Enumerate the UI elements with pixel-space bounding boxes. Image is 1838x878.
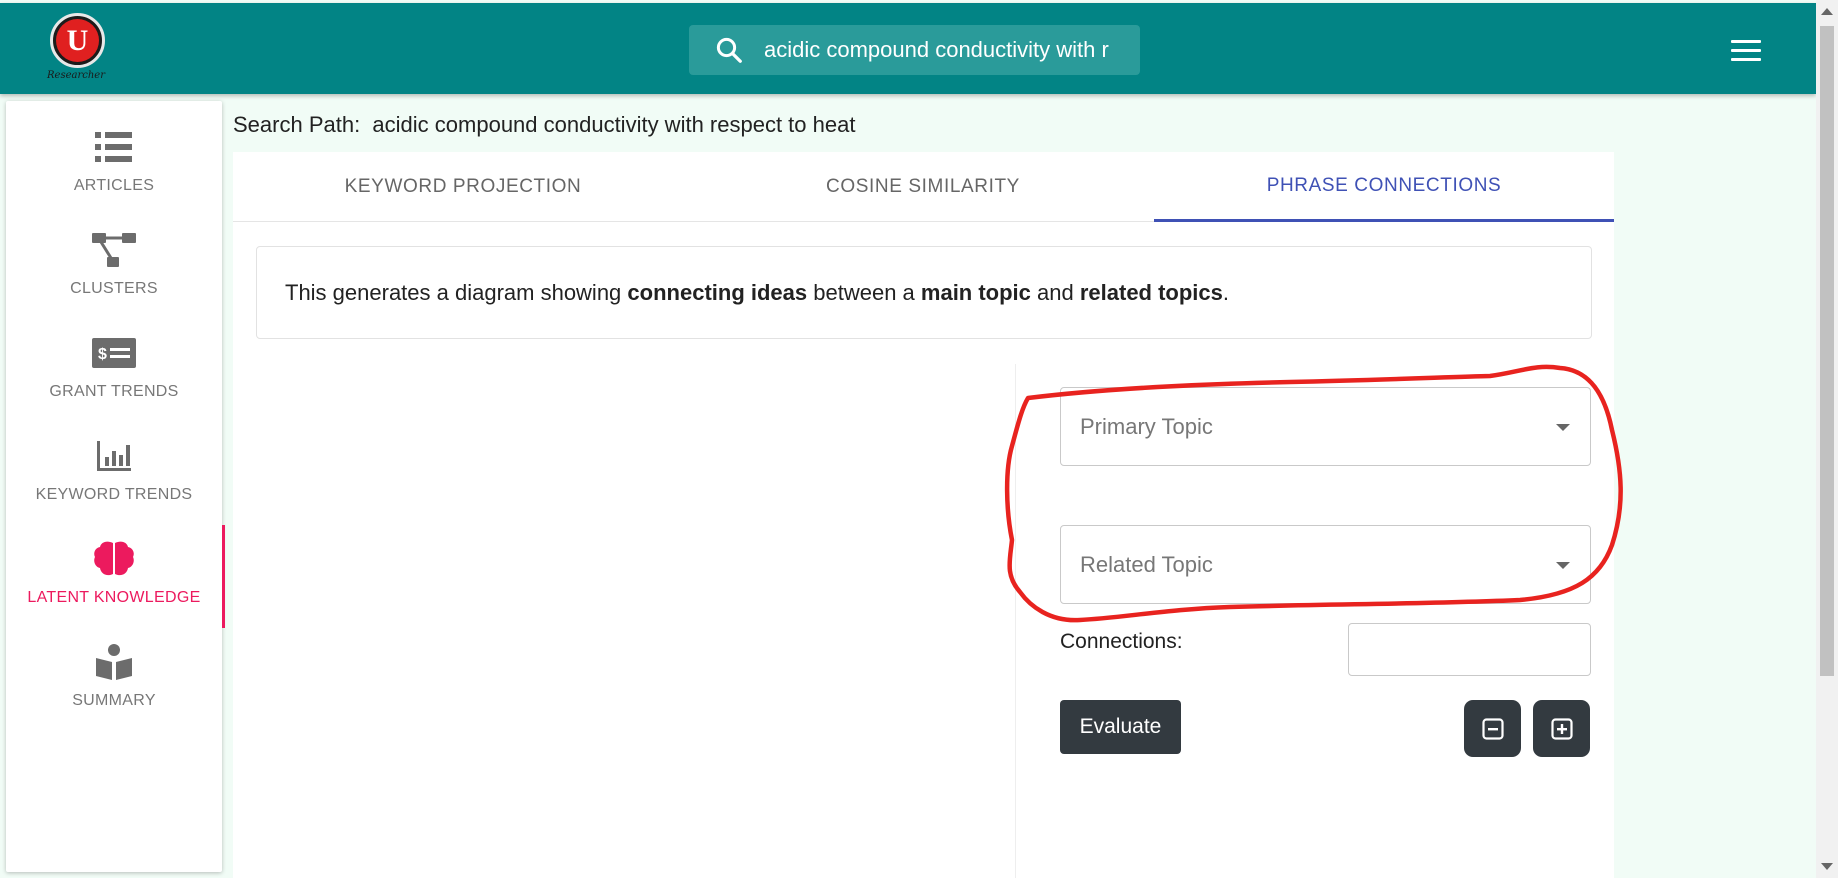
logo-text: Researcher <box>47 70 105 81</box>
search-path-label: Search Path: <box>233 112 361 137</box>
scroll-down-arrow-icon[interactable] <box>1821 863 1833 870</box>
tab-bar: KEYWORD PROJECTION COSINE SIMILARITY PHR… <box>233 152 1614 222</box>
sidebar-nav: ARTICLES CLUSTERS $ GRANT TRENDS KEYWORD… <box>6 101 225 872</box>
search-path-value: acidic compound conductivity with respec… <box>372 112 856 137</box>
zoom-in-button[interactable] <box>1533 700 1590 757</box>
description-box: This generates a diagram showing connect… <box>256 246 1592 339</box>
tab-cosine-similarity[interactable]: COSINE SIMILARITY <box>693 152 1153 222</box>
zoom-out-button[interactable] <box>1464 700 1521 757</box>
search-input[interactable]: acidic compound conductivity with r <box>764 37 1140 63</box>
reader-icon <box>92 640 136 684</box>
bar-chart-icon <box>92 434 136 478</box>
sidebar-item-label: CLUSTERS <box>70 280 158 297</box>
scroll-up-arrow-icon[interactable] <box>1821 8 1833 15</box>
hamburger-menu-icon[interactable] <box>1731 40 1761 62</box>
sidebar-item-clusters[interactable]: CLUSTERS <box>6 216 222 316</box>
main-panel: KEYWORD PROJECTION COSINE SIMILARITY PHR… <box>233 152 1614 878</box>
connections-label: Connections: <box>1060 630 1183 653</box>
dollar-bill-icon: $ <box>92 331 136 375</box>
vertical-scrollbar[interactable] <box>1816 0 1838 878</box>
related-topic-select[interactable]: Related Topic <box>1060 525 1591 604</box>
sidebar-item-label: SUMMARY <box>72 692 156 709</box>
chevron-down-icon <box>1556 424 1570 431</box>
minus-square-icon <box>1481 717 1504 740</box>
sidebar-item-summary[interactable]: SUMMARY <box>6 628 222 728</box>
brain-icon <box>92 537 136 581</box>
sidebar-item-label: GRANT TRENDS <box>49 383 179 400</box>
cluster-tree-icon <box>92 228 136 272</box>
sidebar-item-label: ARTICLES <box>73 177 155 194</box>
plus-square-icon <box>1550 717 1573 740</box>
logo-letter: U <box>56 19 99 62</box>
connections-input[interactable] <box>1348 623 1591 676</box>
svg-text:$: $ <box>98 346 107 363</box>
scroll-thumb[interactable] <box>1820 26 1834 676</box>
app-logo[interactable]: U Researcher <box>45 13 110 85</box>
sidebar-item-label: KEYWORD TRENDS <box>35 486 193 503</box>
diagram-area <box>256 364 1016 878</box>
logo-badge: U <box>50 13 105 68</box>
primary-topic-select[interactable]: Primary Topic <box>1060 387 1591 466</box>
sidebar-item-keyword-trends[interactable]: KEYWORD TRENDS <box>6 422 222 522</box>
tab-keyword-projection[interactable]: KEYWORD PROJECTION <box>233 152 693 222</box>
search-path: Search Path: acidic compound conductivit… <box>233 112 855 138</box>
chevron-down-icon <box>1556 562 1570 569</box>
primary-topic-placeholder: Primary Topic <box>1080 413 1213 439</box>
tab-phrase-connections[interactable]: PHRASE CONNECTIONS <box>1154 152 1614 222</box>
sidebar-item-articles[interactable]: ARTICLES <box>6 113 222 213</box>
search-icon <box>716 37 742 63</box>
search-bar[interactable]: acidic compound conductivity with r <box>689 25 1140 75</box>
sidebar-item-latent-knowledge[interactable]: LATENT KNOWLEDGE <box>6 525 225 628</box>
related-topic-placeholder: Related Topic <box>1080 551 1213 577</box>
app-header: U Researcher acidic compound conductivit… <box>0 3 1816 94</box>
evaluate-button[interactable]: Evaluate <box>1060 700 1181 754</box>
sidebar-item-label: LATENT KNOWLEDGE <box>27 589 201 606</box>
description-text: This generates a diagram showing connect… <box>285 279 1230 305</box>
list-icon <box>92 125 136 169</box>
sidebar-item-grant-trends[interactable]: $ GRANT TRENDS <box>6 319 222 419</box>
